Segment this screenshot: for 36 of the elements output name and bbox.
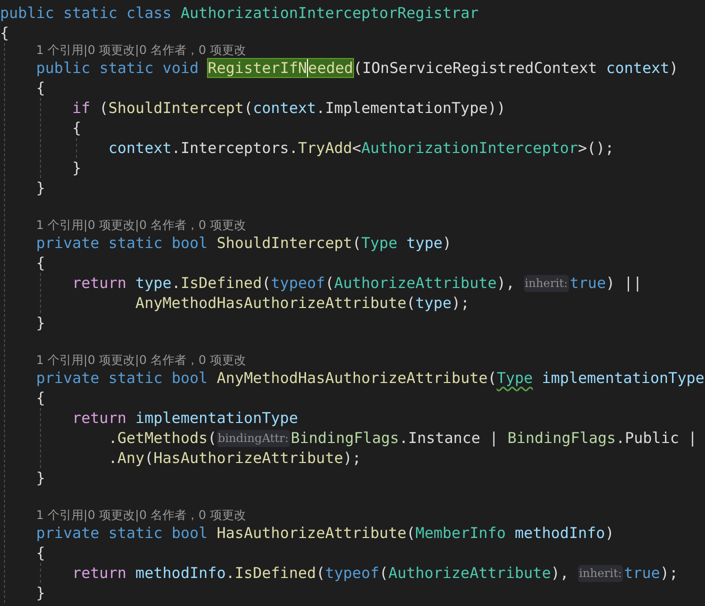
code-text: }: [36, 178, 46, 198]
highlighted-word[interactable]: RegisterIfNeeded: [208, 59, 354, 77]
code-text: BindingFlags.Instance | BindingFlags.Public |: [290, 428, 698, 448]
code-text: private static bool ShouldIntercept(Type type): [36, 233, 452, 253]
code-text: return methodInfo.IsDefined(typeof(AuthorizeAttribute),: [72, 563, 570, 583]
code-text: }: [36, 468, 46, 488]
code-text: context.Interceptors.TryAdd<AuthorizationInterceptor>();: [108, 138, 614, 158]
code-text: {: [36, 253, 46, 273]
code-text: .GetMethods(: [108, 428, 217, 448]
code-text: true);: [624, 563, 678, 583]
code-text: {: [0, 23, 10, 43]
code-text: {: [36, 78, 46, 98]
code-text: (IOnServiceRegistredContext context): [353, 58, 678, 78]
code-text: if (ShouldIntercept(context.ImplementationType)): [72, 98, 506, 118]
code-text: public static class AuthorizationInterceptorRegistrar: [0, 3, 479, 23]
code-lens[interactable]: 1 个引用|0 项更改|0 名作者，0 项更改: [36, 508, 246, 523]
code-text: true) ||: [570, 273, 642, 293]
code-text: return implementationType: [72, 408, 298, 428]
code-lens[interactable]: 1 个引用|0 项更改|0 名作者，0 项更改: [36, 43, 246, 58]
parameter-hint: bindingAttr:: [216, 430, 290, 446]
code-text: return type.IsDefined(typeof(AuthorizeAttribute),: [72, 273, 516, 293]
code-text: public static void: [36, 58, 200, 78]
parameter-hint: inherit:: [524, 274, 569, 292]
code-text: {: [36, 388, 46, 408]
code-lens[interactable]: 1 个引用|0 项更改|0 名作者，0 项更改: [36, 353, 246, 368]
code-text: AnyMethodHasAuthorizeAttribute(type);: [135, 293, 470, 313]
code-text: {: [36, 543, 46, 563]
code-text: .Any(HasAuthorizeAttribute);: [108, 448, 362, 468]
code-text: {: [72, 118, 82, 138]
code-text: private static bool AnyMethodHasAuthorizeAttribute(Type implementationType: [36, 368, 704, 388]
code-text: private static bool HasAuthorizeAttribute(MemberInfo methodInfo): [36, 523, 614, 543]
code-text: }: [36, 313, 46, 333]
code-text: }: [72, 158, 82, 178]
parameter-hint: inherit:: [578, 564, 623, 582]
code-text: }: [36, 583, 46, 603]
code-lens[interactable]: 1 个引用|0 项更改|0 名作者，0 项更改: [36, 218, 246, 233]
